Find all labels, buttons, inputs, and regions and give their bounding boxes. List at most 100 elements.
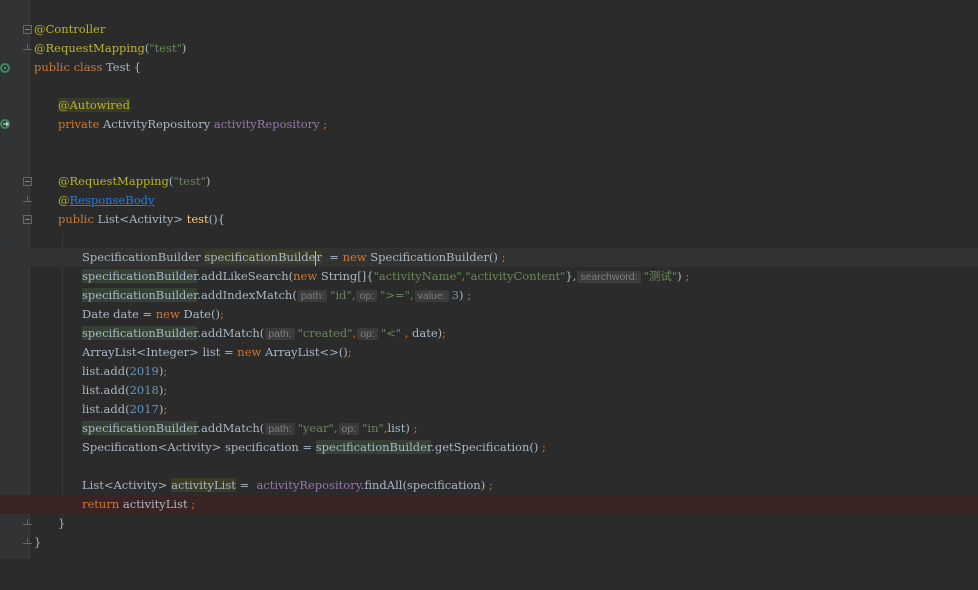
type-name: String[]{ <box>320 269 374 283</box>
variable-name: specificationBuilder <box>82 421 198 435</box>
semicolon: ; <box>219 307 224 321</box>
method-call: .addLikeSearch( <box>197 269 294 283</box>
code-line[interactable]: list.add(2019); <box>0 362 978 381</box>
semicolon: ; <box>319 117 328 131</box>
string-literal: "activityName" <box>373 269 462 283</box>
code-line[interactable]: specificationBuilder.addMatch(path: "crea… <box>0 324 978 343</box>
token: date) <box>412 326 443 340</box>
type-name: SpecificationBuilder <box>82 250 205 264</box>
keyword: return <box>82 497 123 511</box>
number-literal: 3 <box>451 288 459 302</box>
variable-name: activityList <box>171 478 236 492</box>
string-literal: "year" <box>297 421 334 435</box>
type-name: List<Activity> <box>82 478 172 492</box>
variable-name: activityList <box>122 497 192 511</box>
token: ArrayList<Integer> list = <box>82 345 238 359</box>
variable-name: specificationBuilder <box>82 326 198 340</box>
code-line[interactable]: public class Test { <box>0 58 978 77</box>
code-line[interactable]: private ActivityRepository activityRepos… <box>0 115 978 134</box>
type-name: Date() <box>183 307 220 321</box>
code-line[interactable]: list.add(2017); <box>0 400 978 419</box>
code-area[interactable]: @Controller @RequestMapping("test") publ… <box>0 0 978 559</box>
annotation: @Autowired <box>58 98 130 112</box>
code-line[interactable]: list.add(2018); <box>0 381 978 400</box>
string-literal: "in" <box>362 421 384 435</box>
string-literal: "activityContent" <box>465 269 566 283</box>
variable-name: specificationBuilder <box>82 269 198 283</box>
parameter-hint: value: <box>414 290 449 302</box>
class-name: Test { <box>106 60 142 74</box>
method-call: .addMatch( <box>197 326 265 340</box>
semicolon: ; <box>467 288 471 302</box>
semicolon: ; <box>347 345 352 359</box>
parameter-hint: op: <box>338 423 360 435</box>
annotation: @Controller <box>34 22 106 36</box>
annotation: @ <box>58 193 70 207</box>
semicolon: ; <box>163 364 168 378</box>
code-line[interactable]: @Controller <box>0 20 978 39</box>
variable-name: specificationBuilde <box>204 250 316 264</box>
code-line[interactable]: ArrayList<Integer> list = new ArrayList<… <box>0 343 978 362</box>
string-literal: "测试" <box>643 269 678 283</box>
semicolon: ; <box>488 478 493 492</box>
semicolon: ; <box>501 250 506 264</box>
semicolon: ; <box>163 383 168 397</box>
parameter-hint: searchword: <box>577 271 641 283</box>
string-literal: "id" <box>330 288 352 302</box>
code-line[interactable]: specificationBuilder.addLikeSearch(new S… <box>0 267 978 286</box>
token: list.add( <box>82 383 130 397</box>
annotation-link[interactable]: ResponseBody <box>70 193 155 207</box>
string-literal: "created" <box>297 326 353 340</box>
parameter-hint: op: <box>357 328 378 340</box>
keyword: private <box>58 117 103 131</box>
string-literal: ">=" <box>380 288 410 302</box>
annotation: @RequestMapping <box>58 174 169 188</box>
code-line-breakpoint[interactable]: return activityList ; <box>0 495 978 514</box>
field-name: activityRepository <box>256 478 361 492</box>
semicolon: ; <box>191 497 196 511</box>
code-line[interactable]: } <box>0 514 978 533</box>
code-line[interactable]: @ResponseBody <box>0 191 978 210</box>
code-line[interactable]: } <box>0 533 978 552</box>
method-call: .addMatch( <box>197 421 265 435</box>
code-editor[interactable]: @Controller @RequestMapping("test") publ… <box>0 0 978 559</box>
comma: , <box>409 288 414 302</box>
parameter-hint: path: <box>297 290 328 302</box>
code-line-current[interactable]: SpecificationBuilder specificationBuilde… <box>0 248 978 267</box>
closing-brace: } <box>58 516 66 530</box>
token: Date date = <box>82 307 156 321</box>
string-literal: "<" <box>380 326 402 340</box>
token: = <box>235 478 257 492</box>
code-line[interactable]: List<Activity> activityList = activityRe… <box>0 476 978 495</box>
comma: , <box>351 288 356 302</box>
parameter-hint: op: <box>356 290 378 302</box>
token: list.add( <box>82 364 130 378</box>
method-call: .addIndexMatch( <box>197 288 297 302</box>
code-line[interactable]: @RequestMapping("test") <box>0 39 978 58</box>
code-line[interactable]: public List<Activity> test(){ <box>0 210 978 229</box>
comma: , <box>352 326 357 340</box>
variable-name: specificationBuilder <box>82 288 198 302</box>
parameter-hint: path: <box>265 328 295 340</box>
code-line[interactable]: @RequestMapping("test") <box>0 172 978 191</box>
code-line[interactable]: specificationBuilder.addMatch(path: "year… <box>0 419 978 438</box>
type-name: List<Activity> <box>97 212 187 226</box>
semicolon: ; <box>685 269 690 283</box>
token: ) <box>458 288 468 302</box>
code-line[interactable]: Specification<Activity> specification = … <box>0 438 978 457</box>
token: }, <box>565 269 577 283</box>
variable-name: specificationBuilder <box>315 440 432 454</box>
type-name: SpecificationBuilder() <box>370 250 502 264</box>
semicolon: ; <box>163 402 168 416</box>
code-line[interactable]: @Autowired <box>0 96 978 115</box>
keyword: new <box>155 307 184 321</box>
token: ) <box>181 41 187 55</box>
method-name: test <box>186 212 209 226</box>
code-line[interactable]: specificationBuilder.addIndexMatch(path:… <box>0 286 978 305</box>
keyword: public <box>58 212 98 226</box>
number-literal: 2018 <box>129 383 159 397</box>
number-literal: 2019 <box>129 364 159 378</box>
type-name: ActivityRepository <box>102 117 214 131</box>
code-line[interactable]: Date date = new Date(); <box>0 305 978 324</box>
token: = <box>321 250 343 264</box>
